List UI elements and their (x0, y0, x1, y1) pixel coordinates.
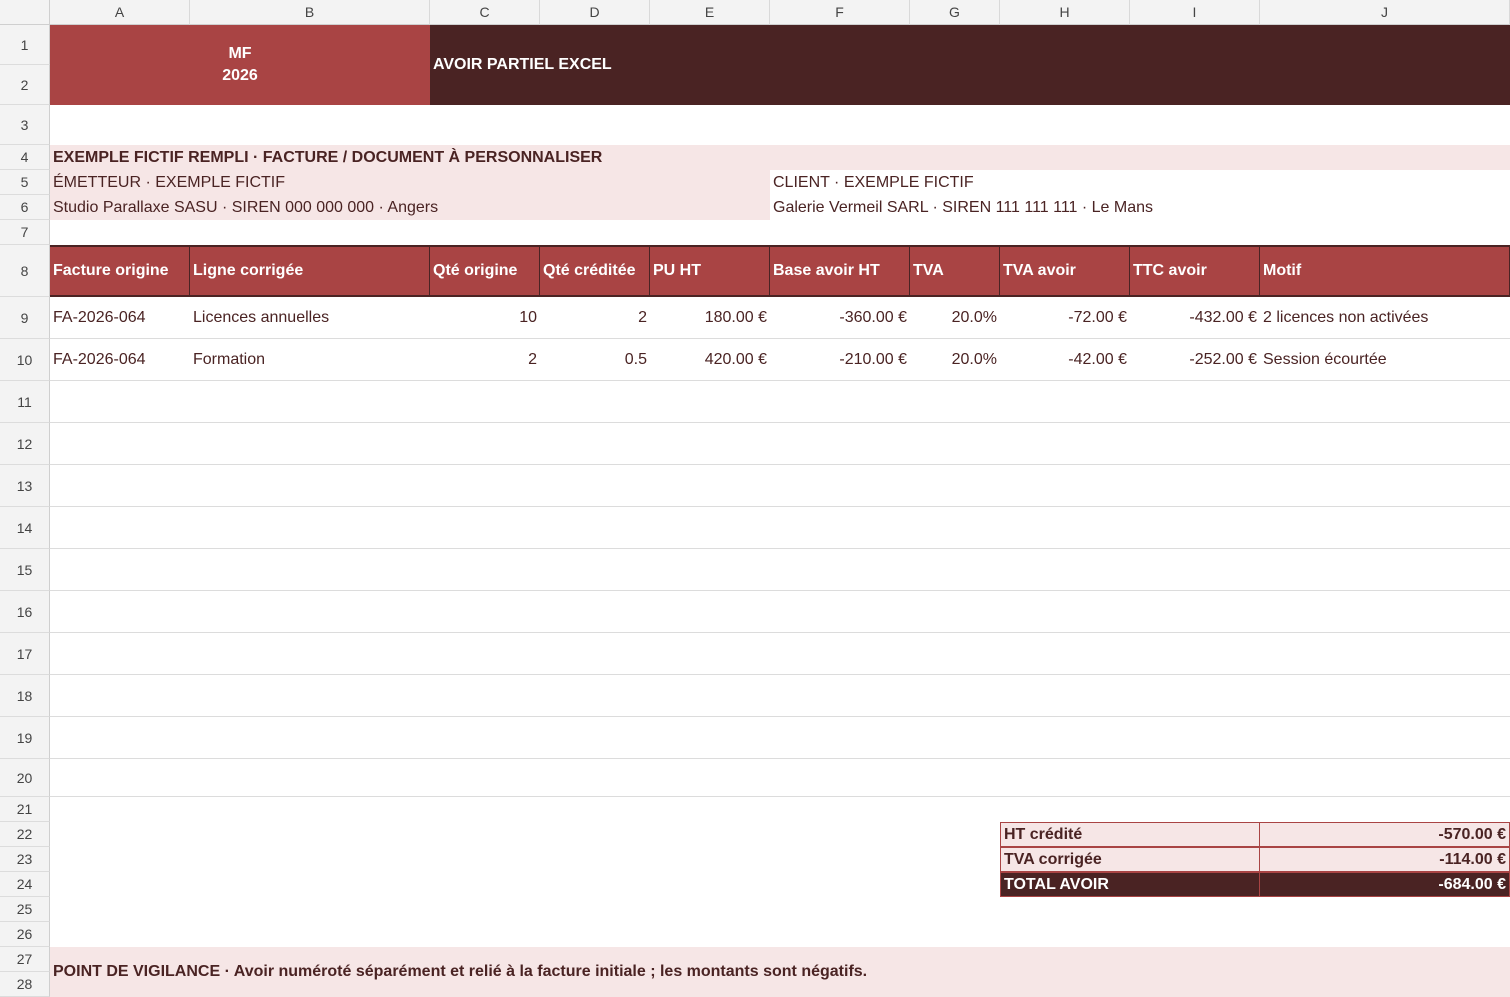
row1-ligne-corrigee[interactable]: Licences annuelles (190, 297, 430, 339)
brand-block[interactable]: MF 2026 (50, 25, 430, 105)
row2-ligne-corrigee[interactable]: Formation (190, 339, 430, 381)
row-divider (50, 422, 1510, 423)
row2-pu-ht[interactable]: 420.00 € (650, 339, 770, 381)
row1-ttc-avoir[interactable]: -432.00 € (1130, 297, 1260, 339)
row-header-21[interactable]: 21 (0, 797, 50, 822)
header-motif[interactable]: Motif (1260, 245, 1510, 297)
emitter-details[interactable]: Studio Parallaxe SASU · SIREN 000 000 00… (50, 195, 770, 220)
row-divider (50, 674, 1510, 675)
row-header-19[interactable]: 19 (0, 717, 50, 759)
column-header-b[interactable]: B (190, 0, 430, 25)
row-divider (50, 632, 1510, 633)
row-divider (50, 380, 1510, 381)
brand-initials: MF (228, 45, 252, 62)
row-header-9[interactable]: 9 (0, 297, 50, 339)
column-header-c[interactable]: C (430, 0, 540, 25)
row-header-16[interactable]: 16 (0, 591, 50, 633)
row-divider (50, 506, 1510, 507)
row1-facture-origine[interactable]: FA-2026-064 (50, 297, 190, 339)
row2-qte-origine[interactable]: 2 (430, 339, 540, 381)
row-header-10[interactable]: 10 (0, 339, 50, 381)
row-header-20[interactable]: 20 (0, 759, 50, 797)
row-header-26[interactable]: 26 (0, 922, 50, 947)
column-header-h[interactable]: H (1000, 0, 1130, 25)
row-header-6[interactable]: 6 (0, 195, 50, 220)
row2-motif[interactable]: Session écourtée (1260, 339, 1510, 381)
row-divider (50, 590, 1510, 591)
total-tva-label[interactable]: TVA corrigée (1000, 847, 1260, 872)
row1-qte-origine[interactable]: 10 (430, 297, 540, 339)
column-header-i[interactable]: I (1130, 0, 1260, 25)
row-header-22[interactable]: 22 (0, 822, 50, 847)
client-label[interactable]: CLIENT · EXEMPLE FICTIF (770, 170, 1510, 195)
header-base-avoir-ht[interactable]: Base avoir HT (770, 245, 910, 297)
subtitle-banner[interactable]: EXEMPLE FICTIF REMPLI · FACTURE / DOCUME… (50, 145, 1510, 170)
row-header-8[interactable]: 8 (0, 245, 50, 297)
row-header-12[interactable]: 12 (0, 423, 50, 465)
column-header-e[interactable]: E (650, 0, 770, 25)
row2-qte-creditee[interactable]: 0.5 (540, 339, 650, 381)
row-header-24[interactable]: 24 (0, 872, 50, 897)
column-header-d[interactable]: D (540, 0, 650, 25)
header-ttc-avoir[interactable]: TTC avoir (1130, 245, 1260, 297)
row2-facture-origine[interactable]: FA-2026-064 (50, 339, 190, 381)
column-header-f[interactable]: F (770, 0, 910, 25)
row-header-25[interactable]: 25 (0, 897, 50, 922)
row-header-18[interactable]: 18 (0, 675, 50, 717)
row-header-27[interactable]: 27 (0, 947, 50, 972)
page-title[interactable]: AVOIR PARTIEL EXCEL (430, 25, 1510, 105)
row-header-5[interactable]: 5 (0, 170, 50, 195)
column-header-g[interactable]: G (910, 0, 1000, 25)
row-header-1[interactable]: 1 (0, 25, 50, 65)
row-header-14[interactable]: 14 (0, 507, 50, 549)
total-avoir-value[interactable]: -684.00 € (1259, 872, 1510, 897)
row-header-17[interactable]: 17 (0, 633, 50, 675)
row-header-13[interactable]: 13 (0, 465, 50, 507)
row1-pu-ht[interactable]: 180.00 € (650, 297, 770, 339)
client-details[interactable]: Galerie Vermeil SARL · SIREN 111 111 111… (770, 195, 1510, 220)
row-header-23[interactable]: 23 (0, 847, 50, 872)
row-divider (50, 338, 1510, 339)
header-ligne-corrigee[interactable]: Ligne corrigée (190, 245, 430, 297)
row-divider (50, 464, 1510, 465)
total-tva-value[interactable]: -114.00 € (1259, 847, 1510, 872)
header-pu-ht[interactable]: PU HT (650, 245, 770, 297)
row-header-3[interactable]: 3 (0, 105, 50, 145)
row-header-11[interactable]: 11 (0, 381, 50, 423)
spreadsheet-grid: A B C D E F G H I J 1 2 3 4 5 6 7 8 9 10… (0, 0, 1510, 997)
header-facture-origine[interactable]: Facture origine (50, 245, 190, 297)
row-header-2[interactable]: 2 (0, 65, 50, 105)
row1-base-avoir-ht[interactable]: -360.00 € (770, 297, 910, 339)
emitter-label[interactable]: ÉMETTEUR · EXEMPLE FICTIF (50, 170, 770, 195)
row1-motif[interactable]: 2 licences non activées (1260, 297, 1510, 339)
row-header-7[interactable]: 7 (0, 220, 50, 245)
total-ht-label[interactable]: HT crédité (1000, 822, 1260, 847)
row1-tva-avoir[interactable]: -72.00 € (1000, 297, 1130, 339)
row-divider (50, 716, 1510, 717)
row-divider (50, 548, 1510, 549)
header-qte-creditee[interactable]: Qté créditée (540, 245, 650, 297)
row-divider (50, 758, 1510, 759)
vigilance-note[interactable]: POINT DE VIGILANCE · Avoir numéroté sépa… (50, 947, 1510, 997)
row2-ttc-avoir[interactable]: -252.00 € (1130, 339, 1260, 381)
total-avoir-label[interactable]: TOTAL AVOIR (1000, 872, 1260, 897)
row1-tva[interactable]: 20.0% (910, 297, 1000, 339)
column-header-j[interactable]: J (1260, 0, 1510, 25)
row-divider (50, 796, 1510, 797)
header-tva-avoir[interactable]: TVA avoir (1000, 245, 1130, 297)
header-tva[interactable]: TVA (910, 245, 1000, 297)
row1-qte-creditee[interactable]: 2 (540, 297, 650, 339)
row2-tva-avoir[interactable]: -42.00 € (1000, 339, 1130, 381)
row-header-15[interactable]: 15 (0, 549, 50, 591)
select-all-corner[interactable] (0, 0, 50, 25)
row2-tva[interactable]: 20.0% (910, 339, 1000, 381)
row-header-4[interactable]: 4 (0, 145, 50, 170)
brand-year: 2026 (222, 67, 258, 84)
row-header-28[interactable]: 28 (0, 972, 50, 997)
total-ht-value[interactable]: -570.00 € (1259, 822, 1510, 847)
row2-base-avoir-ht[interactable]: -210.00 € (770, 339, 910, 381)
column-header-a[interactable]: A (50, 0, 190, 25)
header-qte-origine[interactable]: Qté origine (430, 245, 540, 297)
